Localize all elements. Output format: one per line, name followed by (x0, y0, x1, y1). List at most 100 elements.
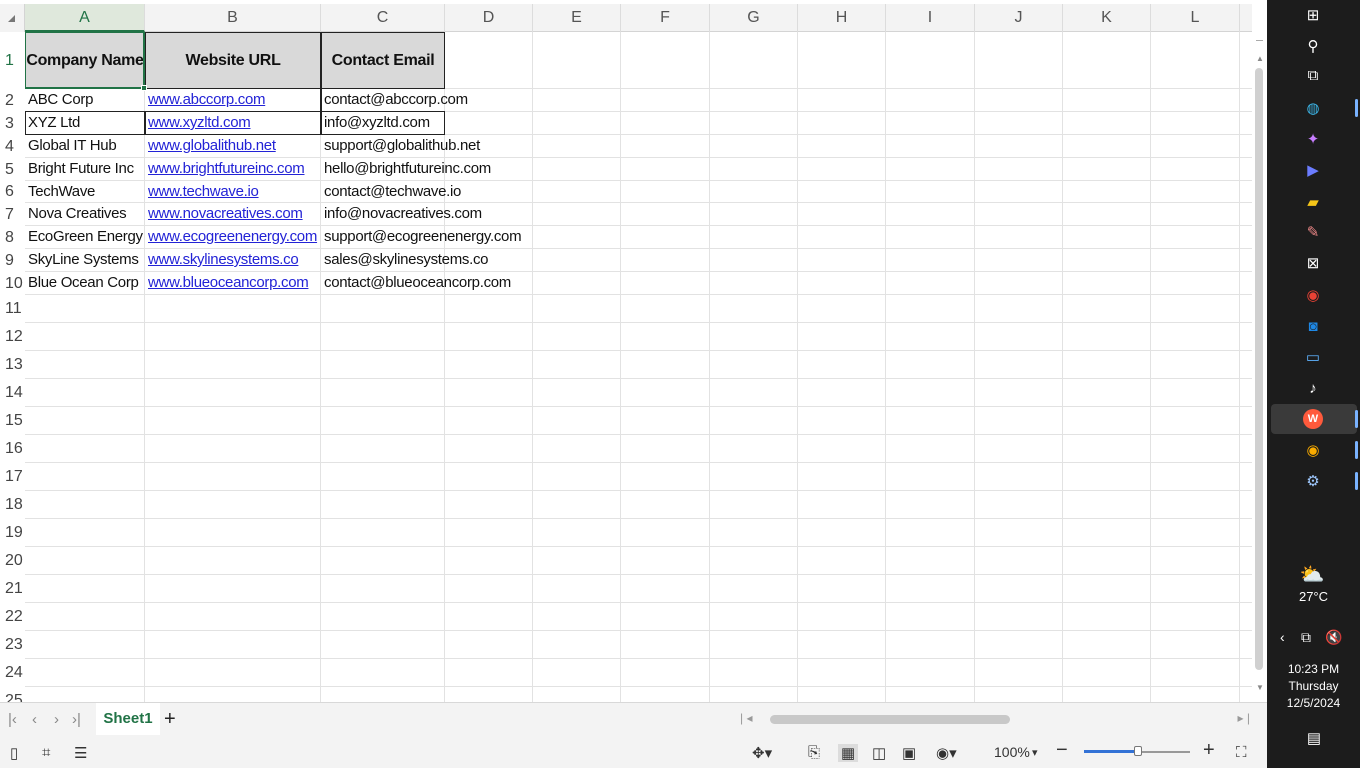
camera-icon[interactable]: ⧉ (1301, 629, 1311, 646)
zoom-out-icon[interactable]: − (1056, 739, 1068, 762)
edge-icon[interactable]: ◍ (1303, 98, 1323, 118)
capcut-icon[interactable]: ⊠ (1303, 253, 1323, 273)
cell-company[interactable]: EcoGreen Energy (25, 226, 143, 249)
scroll-down-icon[interactable]: ▼ (1256, 683, 1264, 692)
zoom-dropdown-icon[interactable]: ▾ (1032, 746, 1038, 759)
zoom-in-icon[interactable]: + (1203, 739, 1215, 762)
cell-website[interactable]: www.abccorp.com (145, 89, 266, 112)
cell-email[interactable]: sales@skylinesystems.co (321, 249, 489, 272)
row-header[interactable]: 17 (0, 463, 25, 491)
fullscreen-icon[interactable]: ⛶ (1236, 744, 1247, 761)
row-header[interactable]: 11 (0, 295, 25, 323)
column-header-i[interactable]: I (886, 4, 975, 32)
cell-website[interactable]: www.globalithub.net (145, 135, 276, 158)
row-header[interactable]: 9 (0, 249, 25, 272)
outlook-icon[interactable]: ◙ (1303, 316, 1323, 336)
eye-protection-icon[interactable]: ◉▾ (936, 744, 957, 762)
column-header-f[interactable]: F (621, 4, 710, 32)
scroll-left-icon[interactable]: | ◂ (740, 711, 752, 725)
sticky-notes-icon[interactable]: ▰ (1303, 192, 1323, 212)
normal-view-icon[interactable]: ▦ (838, 744, 859, 762)
volume-muted-icon[interactable]: 🔇 (1325, 629, 1342, 646)
row-header[interactable]: 1 (0, 32, 25, 89)
row-header[interactable]: 23 (0, 631, 25, 659)
cell-company[interactable]: Bright Future Inc (25, 158, 134, 181)
column-header-b[interactable]: B (145, 4, 321, 32)
next-sheet-icon[interactable]: › (54, 711, 59, 728)
scroll-split-handle[interactable] (1256, 40, 1263, 41)
column-header-e[interactable]: E (533, 4, 621, 32)
cell-email[interactable]: support@ecogreenenergy.com (321, 226, 522, 249)
row-header[interactable]: 8 (0, 226, 25, 249)
row-header[interactable]: 24 (0, 659, 25, 687)
header-cell-website[interactable]: Website URL (145, 32, 321, 89)
windows-start-icon[interactable]: ⊞ (1303, 5, 1323, 25)
column-header-h[interactable]: H (798, 4, 886, 32)
cell-email[interactable]: contact@blueoceancorp.com (321, 272, 511, 295)
cell-website[interactable]: www.blueoceancorp.com (145, 272, 309, 295)
cell-company[interactable]: TechWave (25, 181, 95, 203)
cell-email[interactable]: support@globalithub.net (321, 135, 480, 158)
freeze-icon[interactable]: ✥▾ (752, 744, 772, 762)
media-player-icon[interactable]: ▶ (1303, 160, 1323, 180)
cell-email[interactable]: info@novacreatives.com (321, 203, 482, 226)
row-header[interactable]: 16 (0, 435, 25, 463)
steam-icon[interactable]: ⚙ (1303, 471, 1323, 491)
weather-temperature[interactable]: 27°C (1267, 589, 1360, 604)
page-break-icon[interactable]: ▣ (902, 744, 916, 762)
remote-desktop-icon[interactable]: ▭ (1303, 347, 1323, 367)
column-header-c[interactable]: C (321, 4, 445, 32)
row-header[interactable]: 25 (0, 687, 25, 702)
header-cell-email[interactable]: Contact Email (321, 32, 445, 89)
tiktok-icon[interactable]: ♪ (1303, 378, 1323, 398)
prev-sheet-icon[interactable]: ‹ (32, 711, 37, 728)
cell-website[interactable]: www.novacreatives.com (145, 203, 303, 226)
cell-grid[interactable]: Company Name Website URL Contact Email ABC … (25, 32, 1252, 702)
cell-company[interactable]: Nova Creatives (25, 203, 127, 226)
scroll-right-icon[interactable]: ▸ | (1238, 711, 1250, 725)
cell-website[interactable]: www.brightfutureinc.com (145, 158, 305, 181)
select-all-corner[interactable] (0, 4, 25, 32)
active-cell-selection[interactable] (25, 32, 145, 89)
wps-office-icon[interactable]: W (1303, 409, 1323, 429)
cell-email[interactable]: contact@techwave.io (321, 181, 461, 203)
horizontal-scroll-thumb[interactable] (770, 715, 1010, 724)
clock[interactable]: 10:23 PM Thursday 12/5/2024 (1267, 661, 1360, 712)
list-icon[interactable]: ☰ (74, 744, 87, 762)
fill-handle[interactable] (141, 85, 147, 91)
cell-company[interactable]: SkyLine Systems (25, 249, 139, 272)
row-header[interactable]: 21 (0, 575, 25, 603)
paint-icon[interactable]: ✎ (1303, 222, 1323, 242)
column-header-d[interactable]: D (445, 4, 533, 32)
cell-company[interactable]: ABC Corp (25, 89, 93, 112)
row-header[interactable]: 12 (0, 323, 25, 351)
vertical-scrollbar[interactable]: ▲ ▼ (1252, 32, 1267, 702)
cell-email[interactable]: info@xyzltd.com (321, 112, 430, 135)
add-sheet-button[interactable]: + (164, 708, 176, 731)
column-header-j[interactable]: J (975, 4, 1063, 32)
chevron-left-icon[interactable]: ‹ (1280, 629, 1285, 645)
weather-icon[interactable]: ⛅ (1300, 564, 1325, 586)
page-layout-icon[interactable]: ◫ (872, 744, 886, 762)
vertical-scroll-thumb[interactable] (1255, 68, 1263, 670)
column-header-g[interactable]: G (710, 4, 798, 32)
row-header[interactable]: 10 (0, 272, 25, 295)
horizontal-scrollbar[interactable]: | ◂ ▸ | (740, 711, 1250, 729)
row-header[interactable]: 4 (0, 135, 25, 158)
macro-icon[interactable]: ⌗ (42, 744, 50, 761)
cell-website[interactable]: www.xyzltd.com (145, 112, 251, 135)
zoom-level[interactable]: 100% (994, 744, 1030, 760)
page-icon[interactable]: ▯ (10, 744, 18, 762)
chrome-profile-icon[interactable]: ◉ (1303, 440, 1323, 460)
cell-email[interactable]: hello@brightfutureinc.com (321, 158, 491, 181)
cell-website[interactable]: www.ecogreenenergy.com (145, 226, 317, 249)
chrome-icon[interactable]: ◉ (1303, 285, 1323, 305)
sheet-tab-sheet1[interactable]: Sheet1 (96, 703, 160, 735)
row-header[interactable]: 3 (0, 112, 25, 135)
column-header-l[interactable]: L (1151, 4, 1240, 32)
cell-company[interactable]: XYZ Ltd (25, 112, 80, 135)
search-icon[interactable]: ⚲ (1303, 36, 1323, 56)
cell-email[interactable]: contact@abccorp.com (321, 89, 468, 112)
row-header[interactable]: 6 (0, 181, 25, 203)
row-header[interactable]: 7 (0, 203, 25, 226)
